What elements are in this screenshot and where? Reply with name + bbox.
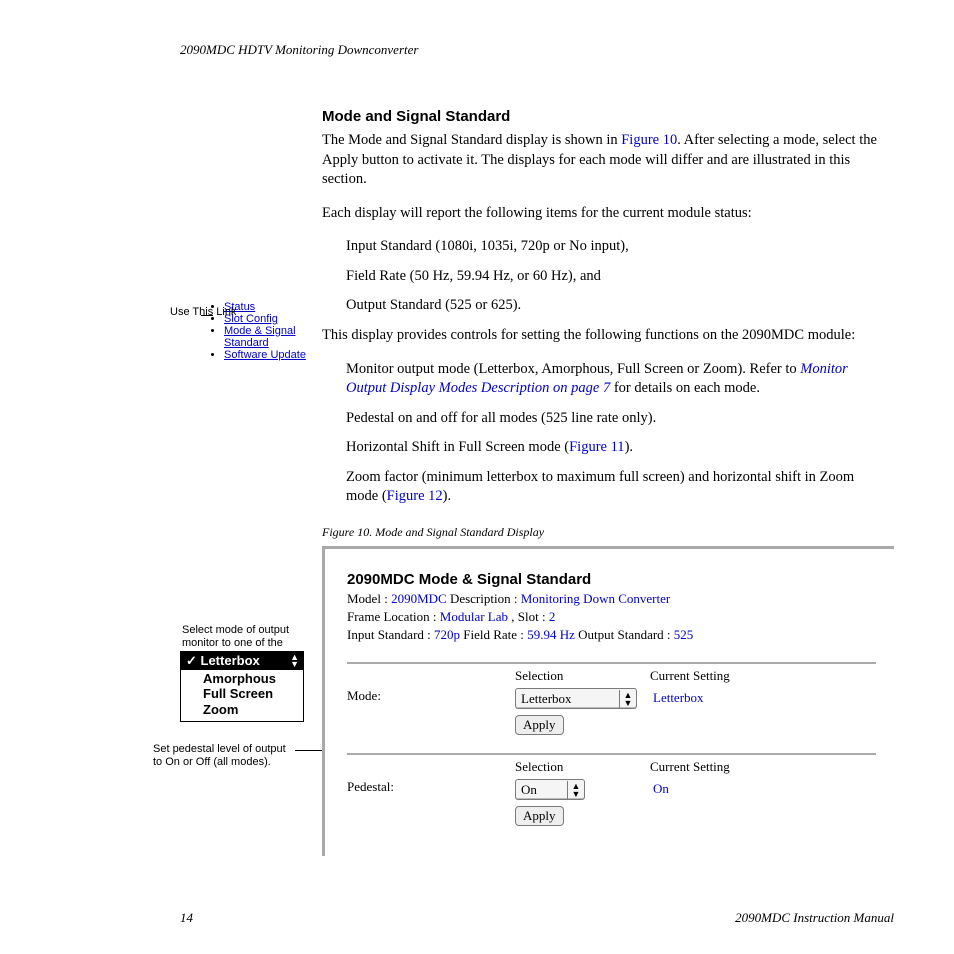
section-heading: Mode and Signal Standard <box>322 108 879 125</box>
link-figure-10[interactable]: Figure 10 <box>621 132 677 148</box>
annotation-pedestal: Set pedestal level of output to On or Of… <box>153 743 293 769</box>
selection-header: Selection <box>515 759 650 775</box>
link-figure-12[interactable]: Figure 12 <box>387 488 443 504</box>
fig-pedestal-row: Pedestal: Selection On ▲▼ Apply Current … <box>347 753 876 826</box>
list-item-7: Zoom factor (minimum letterbox to maximu… <box>322 468 879 507</box>
mode-current-value: Letterbox <box>650 690 704 705</box>
list-item-6: Horizontal Shift in Full Screen mode (Fi… <box>322 438 879 458</box>
fig-title: 2090MDC Mode & Signal Standard <box>347 571 876 588</box>
footer-title: 2090MDC Instruction Manual <box>735 910 894 926</box>
sidebar-label: Use This Link <box>170 306 236 318</box>
sidebar-link-mode-signal[interactable]: Mode & Signal Standard <box>224 325 296 349</box>
para-1: The Mode and Signal Standard display is … <box>322 131 879 190</box>
fig-mode-row: Mode: Selection Letterbox ▲▼ Apply Curre… <box>347 662 876 735</box>
chevron-up-down-icon: ▲▼ <box>619 690 636 708</box>
fig-model-line: Model : 2090MDC Description : Monitoring… <box>347 590 876 608</box>
selection-header: Selection <box>515 668 650 684</box>
mode-options-popup[interactable]: ✓ Letterbox ▲▼ Amorphous Full Screen Zoo… <box>180 651 304 722</box>
list-item-4: Monitor output mode (Letterbox, Amorphou… <box>322 360 879 399</box>
fig-standard-line: Input Standard : 720p Field Rate : 59.94… <box>347 626 876 644</box>
chevron-up-down-icon: ▲▼ <box>290 654 298 668</box>
list-item-5: Pedestal on and off for all modes (525 l… <box>322 409 879 429</box>
option-full-screen[interactable]: Full Screen <box>203 686 298 702</box>
pedestal-dropdown[interactable]: On ▲▼ <box>515 779 585 800</box>
sidebar-link-callout: Use This Link Status Slot Config Mode & … <box>170 301 322 361</box>
pedestal-current-value: On <box>650 781 669 796</box>
current-setting-header: Current Setting <box>650 759 876 775</box>
figure-screenshot: 2090MDC Mode & Signal Standard Model : 2… <box>322 546 894 857</box>
running-header: 2090MDC HDTV Monitoring Downconverter <box>60 42 894 58</box>
figure-caption: Figure 10. Mode and Signal Standard Disp… <box>322 525 894 540</box>
para-3: This display provides controls for setti… <box>322 326 879 346</box>
chevron-up-down-icon: ▲▼ <box>567 781 584 799</box>
option-amorphous[interactable]: Amorphous <box>203 671 298 687</box>
option-zoom[interactable]: Zoom <box>203 702 298 718</box>
check-icon: ✓ Letterbox <box>186 653 260 669</box>
mode-dropdown[interactable]: Letterbox ▲▼ <box>515 688 637 709</box>
para-2: Each display will report the following i… <box>322 204 879 224</box>
mode-apply-button[interactable]: Apply <box>515 715 564 735</box>
list-item-2: Field Rate (50 Hz, 59.94 Hz, or 60 Hz), … <box>322 267 879 287</box>
sidebar-link-software-update[interactable]: Software Update <box>224 349 306 361</box>
mode-label: Mode: <box>347 668 515 735</box>
annotation-line-2 <box>295 750 322 751</box>
current-setting-header: Current Setting <box>650 668 876 684</box>
link-figure-11[interactable]: Figure 11 <box>569 439 624 455</box>
connector-line <box>201 315 213 316</box>
list-item-1: Input Standard (1080i, 1035i, 720p or No… <box>322 237 879 257</box>
pedestal-apply-button[interactable]: Apply <box>515 806 564 826</box>
pedestal-label: Pedestal: <box>347 759 515 826</box>
list-item-3: Output Standard (525 or 625). <box>322 296 879 316</box>
page-number: 14 <box>60 910 193 926</box>
fig-frame-line: Frame Location : Modular Lab , Slot : 2 <box>347 608 876 626</box>
